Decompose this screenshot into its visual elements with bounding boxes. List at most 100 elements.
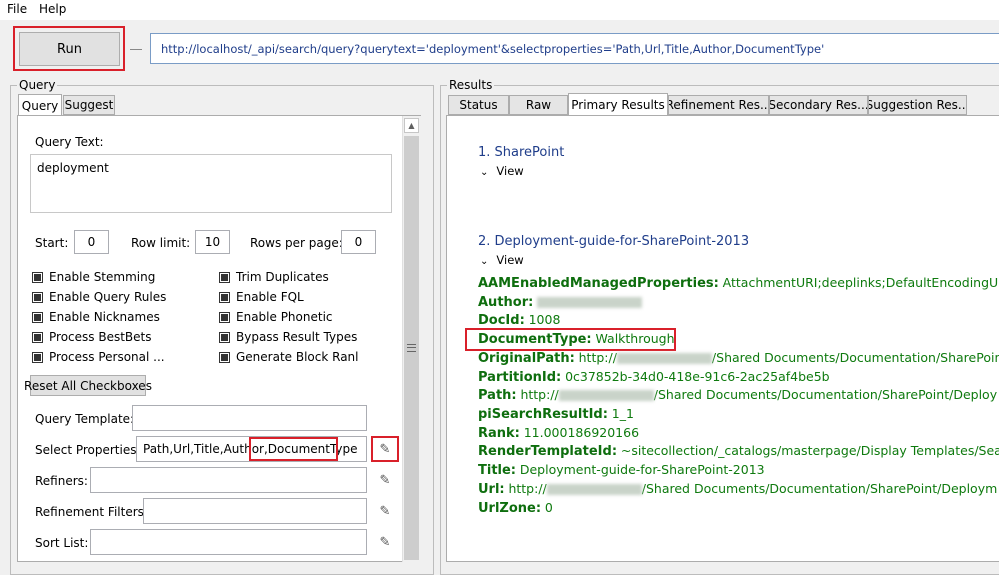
process-personal-label: Process Personal ... [49,350,165,364]
prop-row: AAMEnabledManagedProperties: AttachmentU… [478,275,999,291]
prop-value: 1008 [528,312,561,327]
grip-line [407,347,416,348]
results-group-label: Results [447,78,495,92]
row-limit-label: Row limit: [131,236,191,250]
tab-suggest[interactable]: Suggest [63,95,115,115]
tab-raw[interactable]: Raw [509,95,568,115]
prop-name: PartitionId: [478,370,562,385]
prop-row: DocumentType: Walkthrough [478,331,675,347]
generate-block-rank-label: Generate Block Ranl [236,350,359,364]
process-bestbets-checkbox[interactable] [32,332,43,343]
enable-fql-label: Enable FQL [236,290,304,304]
prop-name: Author: [478,295,534,310]
documenttype-highlight [249,437,338,461]
sort-list-input[interactable] [90,529,367,555]
sort-list-label: Sort List: [35,536,89,550]
prop-row: OriginalPath: http:// /Shared Documents/D… [478,350,999,366]
generate-block-rank-checkbox[interactable] [219,352,230,363]
bypass-result-types-label: Bypass Result Types [236,330,358,344]
menu-help[interactable]: Help [39,2,66,16]
edit-select-properties-icon[interactable]: ✎ [377,441,393,457]
query-scrollbar[interactable]: ▲ [402,116,421,562]
prop-value: http:// [520,387,559,402]
chevron-down-icon: ⌄ [480,167,489,178]
refiners-label: Refiners: [35,474,88,488]
edit-refinement-filters-icon[interactable]: ✎ [377,503,393,519]
enable-stemming-checkbox[interactable] [32,272,43,283]
result-2-view[interactable]: ⌄ View [480,253,524,267]
tab-secondary-results[interactable]: Secondary Res... [769,95,868,115]
prop-value-path: /Shared Documents/Documentation/SharePoi… [711,350,999,365]
tab-refinement-results[interactable]: Refinement Res... [668,95,769,115]
redacted-host [546,484,642,495]
prop-value: Walkthrough [595,331,675,346]
result-1-view[interactable]: ⌄ View [480,164,524,178]
prop-value: 11.000186920166 [523,425,640,440]
result-2-title[interactable]: 2. Deployment-guide-for-SharePoint-2013 [478,234,749,249]
prop-name: DocumentType: [478,332,592,347]
prop-name: Rank: [478,426,520,441]
prop-row: Rank: 11.000186920166 [478,425,639,441]
process-personal-checkbox[interactable] [32,352,43,363]
query-template-input[interactable] [132,405,367,431]
query-template-label: Query Template: [35,412,135,426]
query-url-field[interactable]: http://localhost/_api/search/query?query… [150,33,999,64]
start-label: Start: [35,236,69,250]
prop-row: piSearchResultId: 1_1 [478,406,634,422]
row-limit-input[interactable]: 10 [195,230,230,254]
trim-duplicates-checkbox[interactable] [219,272,230,283]
scroll-up-icon[interactable]: ▲ [404,118,419,133]
refiners-input[interactable] [90,467,367,493]
refinement-filters-input[interactable] [143,498,367,524]
enable-phonetic-label: Enable Phonetic [236,310,333,324]
enable-query-rules-checkbox[interactable] [32,292,43,303]
prop-value: Deployment-guide-for-SharePoint-2013 [519,462,765,477]
prop-row: UrlZone: 0 [478,500,553,516]
result-2-view-label: View [496,253,524,267]
edit-sort-list-icon[interactable]: ✎ [377,534,393,550]
prop-name: DocId: [478,313,525,328]
prop-row: Url: http:// /Shared Documents/Documentat… [478,481,997,497]
reset-checkboxes-button[interactable]: Reset All Checkboxes [24,375,152,396]
scroll-thumb[interactable] [404,136,419,560]
tab-query[interactable]: Query [18,94,62,116]
query-text-label: Query Text: [35,135,104,149]
enable-fql-checkbox[interactable] [219,292,230,303]
enable-nicknames-label: Enable Nicknames [49,310,160,324]
tab-status[interactable]: Status [448,95,509,115]
menu-file[interactable]: File [7,2,27,16]
prop-name: UrlZone: [478,501,542,516]
enable-phonetic-checkbox[interactable] [219,312,230,323]
prop-name: Title: [478,463,517,478]
edit-refiners-icon[interactable]: ✎ [377,472,393,488]
tab-primary-results[interactable]: Primary Results [568,93,668,115]
prop-name: OriginalPath: [478,351,575,366]
redacted-host [616,353,712,364]
rows-per-page-input[interactable]: 0 [341,230,376,254]
enable-query-rules-label: Enable Query Rules [49,290,167,304]
prop-value: 0 [544,500,553,515]
enable-nicknames-checkbox[interactable] [32,312,43,323]
prop-row: Title: Deployment-guide-for-SharePoint-2… [478,462,765,478]
prop-name: Url: [478,482,505,497]
prop-name: Path: [478,388,517,403]
prop-name: piSearchResultId: [478,407,608,422]
prop-value: http:// [578,350,617,365]
result-1-view-label: View [496,164,524,178]
prop-row: PartitionId: 0c37852b-34d0-418e-91c6-2ac… [478,369,830,385]
query-text-input[interactable]: deployment [30,154,392,213]
prop-value-path: /Shared Documents/Documentation/SharePoi… [641,481,998,496]
start-input[interactable]: 0 [74,230,109,254]
prop-row: RenderTemplateId: ~sitecollection/_catal… [478,443,999,459]
select-properties-label: Select Properties: [35,443,141,457]
result-1-title[interactable]: 1. SharePoint [478,145,564,160]
tab-suggestion-results[interactable]: Suggestion Res... [868,95,967,115]
prop-row: Path: http:// /Shared Documents/Documenta… [478,387,997,403]
refinement-filters-label: Refinement Filters: [35,505,148,519]
separator [130,49,142,50]
process-bestbets-label: Process BestBets [49,330,152,344]
prop-name: AAMEnabledManagedProperties: [478,276,719,291]
run-button[interactable]: Run [19,32,120,66]
query-text-value: deployment [37,161,109,175]
bypass-result-types-checkbox[interactable] [219,332,230,343]
